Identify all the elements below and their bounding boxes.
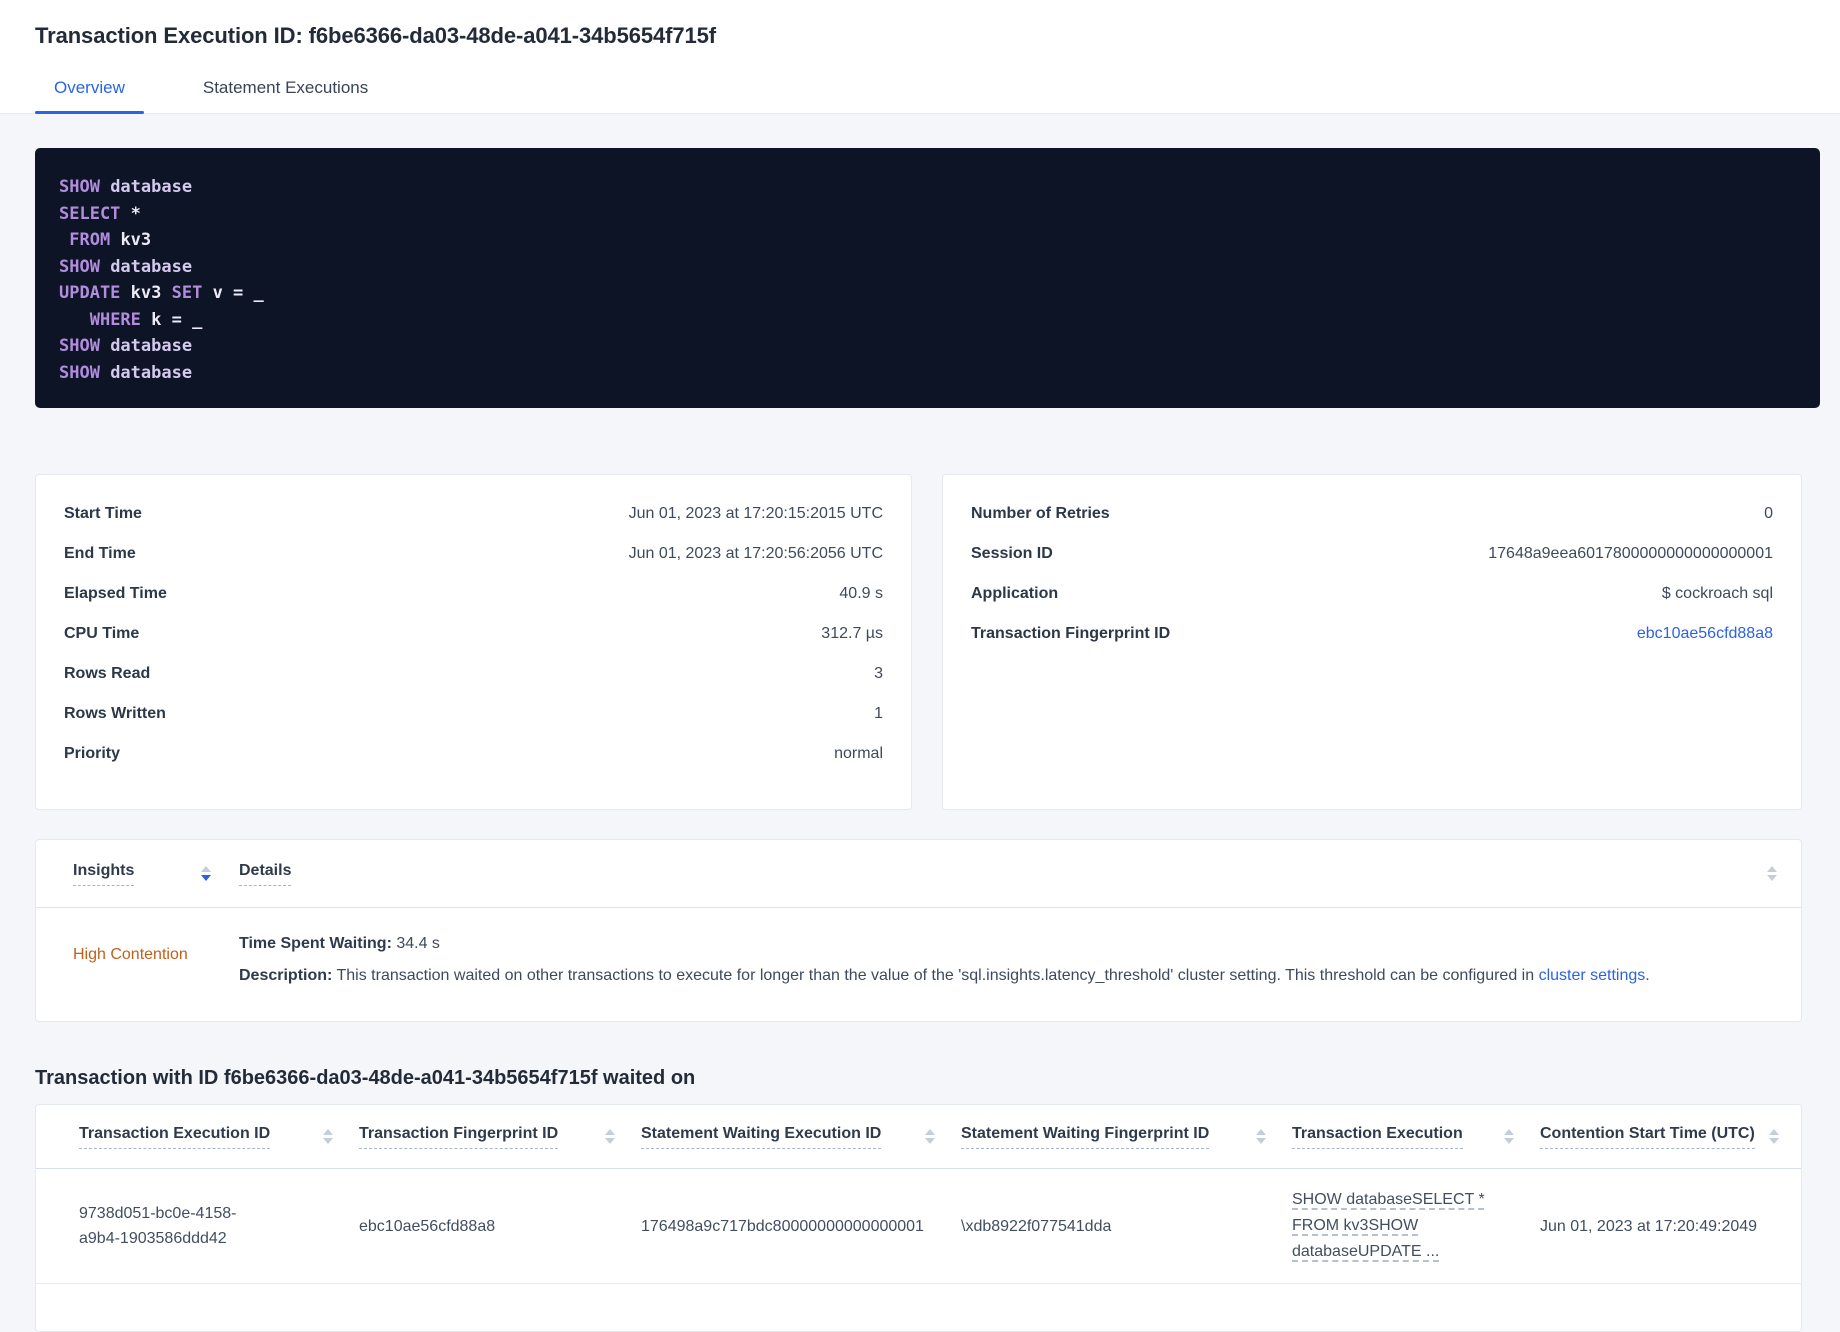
details-sort-header[interactable]: Details bbox=[239, 862, 292, 886]
kv-row-elapsed-time: Elapsed Time 40.9 s bbox=[64, 585, 883, 625]
sort-icon[interactable] bbox=[1504, 1129, 1514, 1144]
column-transaction-execution-id: Transaction Execution ID bbox=[79, 1125, 359, 1149]
page-header: Transaction Execution ID: f6be6366-da03-… bbox=[0, 0, 1840, 114]
page-title: Transaction Execution ID: f6be6366-da03-… bbox=[35, 23, 716, 48]
kv-value: 0 bbox=[1764, 505, 1773, 522]
kv-label: Start Time bbox=[64, 505, 142, 522]
kv-label: Session ID bbox=[971, 545, 1053, 562]
cell-statement-waiting-execution-id: 176498a9c717bdc80000000000000001 bbox=[641, 1217, 924, 1235]
kv-value: normal bbox=[834, 745, 883, 762]
kv-label: Application bbox=[971, 585, 1059, 602]
time-spent-waiting: Time Spent Waiting: 34.4 s bbox=[239, 935, 440, 952]
tab-statement-executions[interactable]: Statement Executions bbox=[184, 78, 387, 113]
kv-row-txn-fingerprint: Transaction Fingerprint ID ebc10ae56cfd8… bbox=[971, 625, 1773, 665]
cell-statement-waiting-fingerprint-id: \xdb8922f077541dda bbox=[961, 1217, 1112, 1235]
kv-label: Transaction Fingerprint ID bbox=[971, 625, 1171, 642]
column-contention-start-time: Contention Start Time (UTC) bbox=[1540, 1125, 1781, 1149]
insights-sort-header[interactable]: Insights bbox=[73, 862, 135, 886]
sort-desc-icon[interactable] bbox=[201, 866, 211, 881]
kv-row-rows-written: Rows Written 1 bbox=[64, 705, 883, 745]
waited-table-row: 9738d051-bc0e-4158-a9b4-1903586ddd42 ebc… bbox=[36, 1169, 1801, 1284]
insights-table: Insights Details High Contention Time Sp… bbox=[35, 839, 1802, 1022]
kv-value: Jun 01, 2023 at 17:20:15:2015 UTC bbox=[628, 505, 883, 522]
kv-row-application: Application $ cockroach sql bbox=[971, 585, 1773, 625]
kv-row-priority: Priority normal bbox=[64, 745, 883, 785]
cell-transaction-execution-preview: SHOW databaseSELECT * FROM kv3SHOW datab… bbox=[1292, 1187, 1540, 1265]
waited-table-header: Transaction Execution ID Transaction Fin… bbox=[36, 1105, 1801, 1169]
sort-icon[interactable] bbox=[605, 1129, 615, 1144]
kv-value: 17648a9eea6017800000000000000001 bbox=[1488, 545, 1773, 562]
sort-icon[interactable] bbox=[1256, 1129, 1266, 1144]
cell-transaction-fingerprint-id: ebc10ae56cfd88a8 bbox=[359, 1217, 496, 1235]
kv-row-retries: Number of Retries 0 bbox=[971, 505, 1773, 545]
tab-bar: Overview Statement Executions bbox=[0, 78, 1840, 114]
kv-row-session-id: Session ID 17648a9eea6017800000000000000… bbox=[971, 545, 1773, 585]
sort-icon[interactable] bbox=[1769, 1129, 1779, 1144]
summary-cards: Start Time Jun 01, 2023 at 17:20:15:2015… bbox=[35, 474, 1840, 810]
kv-value: 312.7 µs bbox=[821, 625, 883, 642]
transaction-execution-preview-link[interactable]: SHOW databaseSELECT * FROM kv3SHOW datab… bbox=[1292, 1191, 1485, 1260]
column-transaction-execution: Transaction Execution bbox=[1292, 1125, 1540, 1149]
details-column-header: Details bbox=[239, 862, 1767, 886]
transaction-fingerprint-link[interactable]: ebc10ae56cfd88a8 bbox=[1637, 625, 1773, 643]
kv-row-cpu-time: CPU Time 312.7 µs bbox=[64, 625, 883, 665]
insight-type-badge: High Contention bbox=[73, 946, 188, 963]
kv-label: Number of Retries bbox=[971, 505, 1110, 522]
waited-on-table: Transaction Execution ID Transaction Fin… bbox=[35, 1104, 1802, 1332]
column-transaction-fingerprint-id: Transaction Fingerprint ID bbox=[359, 1125, 641, 1149]
kv-label: CPU Time bbox=[64, 625, 140, 642]
kv-value: 1 bbox=[874, 705, 883, 722]
column-statement-waiting-fingerprint-id: Statement Waiting Fingerprint ID bbox=[961, 1125, 1292, 1149]
kv-value: 40.9 s bbox=[839, 585, 883, 602]
insights-column-header: Insights bbox=[73, 862, 239, 886]
summary-card-timing: Start Time Jun 01, 2023 at 17:20:15:2015… bbox=[35, 474, 912, 810]
cell-transaction-execution-id: 9738d051-bc0e-4158-a9b4-1903586ddd42 bbox=[79, 1205, 237, 1247]
kv-label: Rows Read bbox=[64, 665, 151, 682]
column-statement-waiting-execution-id: Statement Waiting Execution ID bbox=[641, 1125, 961, 1149]
sort-icon[interactable] bbox=[1767, 866, 1777, 881]
insights-table-header: Insights Details bbox=[36, 840, 1801, 908]
tab-overview[interactable]: Overview bbox=[35, 78, 144, 114]
kv-label: End Time bbox=[64, 545, 136, 562]
kv-label: Elapsed Time bbox=[64, 585, 167, 602]
kv-row-rows-read: Rows Read 3 bbox=[64, 665, 883, 705]
cell-contention-start-time: Jun 01, 2023 at 17:20:49:2049 bbox=[1540, 1217, 1758, 1235]
kv-value: $ cockroach sql bbox=[1661, 585, 1773, 602]
sort-icon[interactable] bbox=[323, 1129, 333, 1144]
kv-label: Priority bbox=[64, 745, 121, 762]
kv-value: 3 bbox=[874, 665, 883, 682]
main-content: SHOW database SELECT * FROM kv3 SHOW datab… bbox=[0, 148, 1840, 1332]
kv-row-start-time: Start Time Jun 01, 2023 at 17:20:15:2015… bbox=[64, 505, 883, 545]
kv-value: Jun 01, 2023 at 17:20:56:2056 UTC bbox=[628, 545, 883, 562]
insights-table-row: High Contention Time Spent Waiting: 34.4… bbox=[36, 908, 1801, 1021]
sql-statements-box: SHOW database SELECT * FROM kv3 SHOW datab… bbox=[35, 148, 1820, 408]
cluster-settings-link[interactable]: cluster settings bbox=[1539, 967, 1646, 984]
insight-description: Description: This transaction waited on … bbox=[239, 967, 1650, 984]
summary-card-session: Number of Retries 0 Session ID 17648a9ee… bbox=[942, 474, 1802, 810]
kv-row-end-time: End Time Jun 01, 2023 at 17:20:56:2056 U… bbox=[64, 545, 883, 585]
kv-label: Rows Written bbox=[64, 705, 166, 722]
waited-on-heading: Transaction with ID f6be6366-da03-48de-a… bbox=[35, 1067, 696, 1089]
sort-icon[interactable] bbox=[925, 1129, 935, 1144]
insight-details: Time Spent Waiting: 34.4 s Description: … bbox=[239, 930, 1777, 989]
